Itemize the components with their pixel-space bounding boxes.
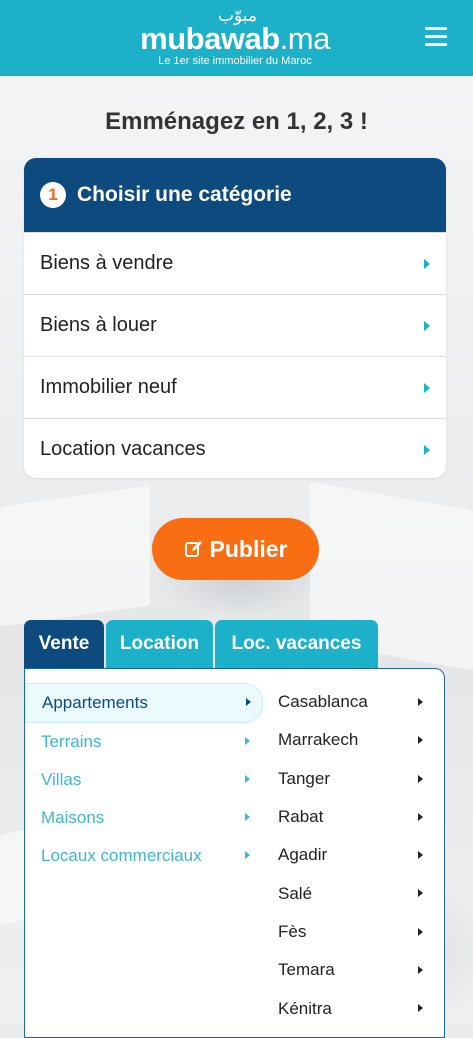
hamburger-menu-icon[interactable] bbox=[425, 27, 447, 47]
category-item-neuf[interactable]: Immobilier neuf bbox=[24, 356, 446, 418]
chevron-right-icon bbox=[424, 382, 430, 393]
city-item-casablanca[interactable]: Casablanca bbox=[278, 683, 428, 721]
chevron-right-icon bbox=[418, 966, 423, 975]
type-label: Maisons bbox=[41, 808, 105, 827]
menu-bar bbox=[425, 43, 447, 46]
category-item-vacances[interactable]: Location vacances bbox=[24, 418, 446, 478]
menu-bar bbox=[425, 35, 447, 38]
category-item-label: Immobilier neuf bbox=[40, 376, 177, 398]
chevron-right-icon bbox=[424, 444, 430, 455]
chevron-right-icon bbox=[418, 927, 423, 936]
city-label: Fès bbox=[278, 921, 307, 941]
chevron-right-icon bbox=[245, 737, 250, 745]
category-card: 1 Choisir une catégorie Biens à vendre B… bbox=[24, 158, 446, 478]
city-label: Agadir bbox=[278, 845, 328, 865]
category-item-label: Biens à louer bbox=[40, 314, 157, 336]
tab-loc-vacances[interactable]: Loc. vacances bbox=[215, 620, 378, 668]
publish-label: Publier bbox=[209, 535, 288, 562]
city-item-fes[interactable]: Fès bbox=[278, 913, 428, 951]
chevron-right-icon bbox=[245, 775, 250, 783]
step-number-badge: 1 bbox=[40, 182, 66, 208]
property-type-list: Appartements Terrains Villas Maisons Loc… bbox=[25, 683, 265, 875]
city-item-kenitra[interactable]: Kénitra bbox=[278, 989, 428, 1027]
menu-bar bbox=[425, 27, 447, 30]
type-item-appartements[interactable]: Appartements bbox=[25, 683, 263, 723]
logo-tld: .ma bbox=[279, 21, 331, 56]
category-item-label: Biens à vendre bbox=[40, 252, 174, 274]
category-header: 1 Choisir une catégorie bbox=[24, 158, 446, 232]
chevron-right-icon bbox=[424, 258, 430, 269]
edit-icon bbox=[184, 541, 202, 557]
tab-location[interactable]: Location bbox=[106, 620, 213, 668]
type-item-maisons[interactable]: Maisons bbox=[25, 799, 265, 837]
category-item-label: Location vacances bbox=[40, 438, 206, 460]
page-headline: Emménagez en 1, 2, 3 ! bbox=[105, 108, 368, 135]
type-label: Villas bbox=[41, 770, 82, 789]
logo-tagline: Le 1er site immobilier du Maroc bbox=[158, 55, 312, 67]
city-item-tanger[interactable]: Tanger bbox=[278, 760, 428, 798]
city-label: Salé bbox=[278, 883, 313, 903]
chevron-right-icon bbox=[418, 851, 423, 860]
logo-wordmark: mubawab.ma bbox=[130, 23, 340, 55]
city-label: Casablanca bbox=[278, 692, 368, 712]
chevron-right-icon bbox=[424, 320, 430, 331]
transaction-tabs: Vente Location Loc. vacances bbox=[24, 620, 380, 668]
city-label: Tanger bbox=[278, 768, 330, 788]
chevron-right-icon bbox=[246, 698, 251, 706]
category-item-vendre[interactable]: Biens à vendre bbox=[24, 232, 446, 294]
top-header: مبوّب mubawab.ma Le 1er site immobilier … bbox=[0, 0, 473, 76]
type-item-locaux-commerciaux[interactable]: Locaux commerciaux bbox=[25, 837, 265, 875]
chevron-right-icon bbox=[418, 736, 423, 745]
chevron-right-icon bbox=[245, 813, 250, 821]
category-item-louer[interactable]: Biens à louer bbox=[24, 294, 446, 356]
chevron-right-icon bbox=[418, 774, 423, 783]
chevron-right-icon bbox=[245, 851, 250, 859]
type-label: Terrains bbox=[41, 732, 102, 751]
city-item-marrakech[interactable]: Marrakech bbox=[278, 721, 428, 759]
type-item-villas[interactable]: Villas bbox=[25, 761, 265, 799]
city-item-agadir[interactable]: Agadir bbox=[278, 836, 428, 874]
site-logo[interactable]: مبوّب mubawab.ma Le 1er site immobilier … bbox=[130, 6, 340, 70]
type-item-terrains[interactable]: Terrains bbox=[25, 723, 265, 761]
city-label: Kénitra bbox=[278, 998, 332, 1018]
city-label: Rabat bbox=[278, 807, 324, 827]
type-label: Appartements bbox=[42, 693, 148, 712]
search-panel: Appartements Terrains Villas Maisons Loc… bbox=[24, 668, 445, 1038]
city-list: Casablanca Marrakech Tanger Rabat Agadir… bbox=[278, 683, 428, 1028]
chevron-right-icon bbox=[418, 698, 423, 706]
background-shape bbox=[0, 485, 150, 627]
type-label: Locaux commerciaux bbox=[41, 846, 202, 865]
chevron-right-icon bbox=[418, 889, 423, 898]
category-title: Choisir une catégorie bbox=[77, 183, 292, 206]
publish-button[interactable]: Publier bbox=[152, 518, 319, 580]
city-label: Temara bbox=[278, 960, 335, 980]
tab-vente[interactable]: Vente bbox=[24, 620, 104, 668]
city-item-sale[interactable]: Salé bbox=[278, 874, 428, 912]
chevron-right-icon bbox=[418, 812, 423, 821]
city-label: Marrakech bbox=[278, 730, 359, 750]
city-item-temara[interactable]: Temara bbox=[278, 951, 428, 989]
chevron-right-icon bbox=[418, 1004, 423, 1013]
city-item-rabat[interactable]: Rabat bbox=[278, 798, 428, 836]
logo-main: mubawab bbox=[140, 21, 280, 56]
